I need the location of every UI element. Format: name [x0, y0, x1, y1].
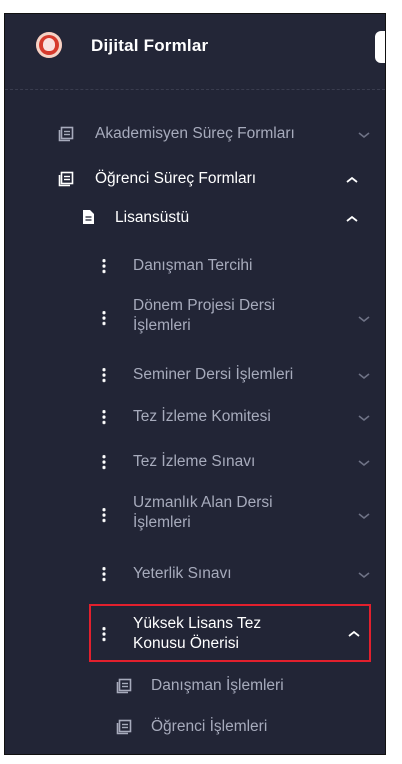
- chevron-up-icon: [346, 215, 358, 222]
- university-logo: [36, 32, 62, 58]
- kebab-icon: [102, 566, 106, 582]
- menu-item-label: Öğrenci İşlemleri: [151, 718, 268, 735]
- menu-item-yeterlik-sinavi[interactable]: Yeterlik Sınavı: [5, 560, 385, 590]
- menu-item-label: Uzmanlık Alan Dersi İşlemleri: [133, 494, 273, 531]
- menu-item-label: Seminer Dersi İşlemleri: [133, 366, 294, 383]
- menu-item-label: Yeterlik Sınavı: [133, 565, 232, 582]
- chevron-up-icon: [346, 176, 358, 183]
- header-divider: [5, 89, 385, 90]
- menu-item-label: Danışman İşlemleri: [151, 677, 284, 694]
- kebab-icon: [102, 507, 106, 523]
- menu-item-danisman-tercihi[interactable]: Danışman Tercihi: [5, 251, 385, 281]
- forms-icon: [58, 126, 74, 142]
- chevron-down-icon: [358, 572, 370, 579]
- menu-item-label: Danışman Tercihi: [133, 257, 253, 274]
- forms-icon: [58, 171, 74, 187]
- sidebar: Dijital Formlar Akademisyen Süreç Formla…: [4, 13, 386, 755]
- chevron-down-icon: [358, 460, 370, 467]
- menu-item-lisansustu[interactable]: Lisansüstü: [5, 204, 385, 234]
- menu-item-tez-izleme-sinavi[interactable]: Tez İzleme Sınavı: [5, 448, 385, 478]
- menu-item-akademisyen-surec-formlari[interactable]: Akademisyen Süreç Formları: [5, 119, 385, 149]
- document-icon: [83, 210, 94, 224]
- chevron-down-icon: [358, 513, 370, 520]
- menu-item-label: Lisansüstü: [115, 209, 190, 226]
- chevron-down-icon: [358, 316, 370, 323]
- menu-item-label: Öğrenci Süreç Formları: [95, 170, 257, 187]
- sidebar-header: Dijital Formlar: [5, 14, 385, 89]
- kebab-icon: [102, 367, 106, 383]
- kebab-icon: [102, 409, 106, 425]
- chevron-down-icon: [358, 132, 370, 139]
- menu-item-ogrenci-islemleri[interactable]: Öğrenci İşlemleri: [5, 713, 385, 743]
- menu-item-label: Akademisyen Süreç Formları: [95, 125, 295, 142]
- header-toggle-button[interactable]: [375, 31, 385, 63]
- menu-item-ogrenci-surec-formlari[interactable]: Öğrenci Süreç Formları: [5, 165, 385, 195]
- highlight-box: [89, 604, 371, 662]
- kebab-icon: [102, 310, 106, 326]
- menu-item-seminer-dersi-islemleri[interactable]: Seminer Dersi İşlemleri: [5, 361, 385, 391]
- kebab-icon: [102, 454, 106, 470]
- menu-item-danisman-islemleri[interactable]: Danışman İşlemleri: [5, 672, 385, 702]
- kebab-icon: [102, 258, 106, 274]
- menu-item-tez-izleme-komitesi[interactable]: Tez İzleme Komitesi: [5, 403, 385, 433]
- chevron-down-icon: [358, 373, 370, 380]
- app-title: Dijital Formlar: [91, 36, 209, 55]
- menu-item-uzmanlik-alan-dersi-islemleri[interactable]: Uzmanlık Alan Dersi İşlemleri: [5, 492, 385, 540]
- menu-item-label: Dönem Projesi Dersi İşlemleri: [133, 297, 276, 334]
- menu-item-label: Tez İzleme Komitesi: [133, 408, 271, 425]
- menu-item-donem-projesi-dersi-islemleri[interactable]: Dönem Projesi Dersi İşlemleri: [5, 295, 385, 343]
- chevron-down-icon: [358, 415, 370, 422]
- forms-icon: [116, 719, 132, 735]
- menu-item-label: Tez İzleme Sınavı: [133, 453, 256, 470]
- forms-icon: [116, 678, 132, 694]
